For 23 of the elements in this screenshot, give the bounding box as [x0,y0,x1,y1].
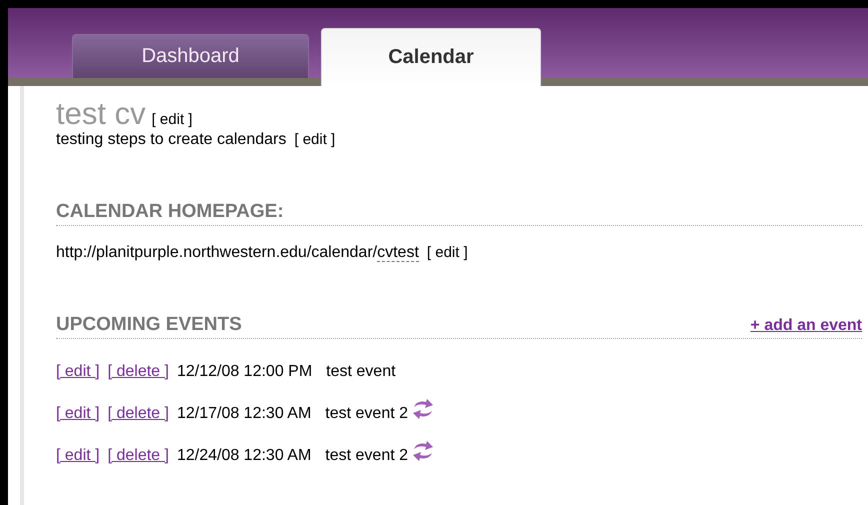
tab[interactable]: Calendar [321,28,541,86]
event-datetime: 12/17/08 12:30 AM [176,405,312,423]
edit-link[interactable]: [ edit ] [56,447,100,465]
event-name: test event [326,363,396,381]
calendar-description: testing steps to create calendars [56,131,286,149]
delete-link[interactable]: [ delete ] [108,405,169,423]
event-datetime: 12/24/08 12:30 AM [176,447,312,465]
homepage-url: http://planitpurple.northwestern.edu/calendar/cvtest [56,244,419,262]
edit-link[interactable]: [ edit ] [56,363,100,381]
edit-link[interactable]: [ edit ] [426,244,468,262]
edit-link[interactable]: [ edit ] [56,405,100,423]
section-heading: CALENDAR HOMEPAGE: [56,201,284,223]
add-event-link[interactable]: + add an event [750,317,862,335]
event-name: test event 2 [325,447,408,465]
event-name: test event 2 [325,405,408,423]
tab[interactable]: Dashboard [72,34,309,78]
delete-link[interactable]: [ delete ] [108,447,169,465]
edit-link[interactable]: [ edit ] [294,131,336,149]
section-heading: UPCOMING EVENTS [56,314,242,336]
edit-link[interactable]: [ edit ] [152,111,192,128]
event-datetime: 12/12/08 12:00 PM [176,363,312,381]
delete-link[interactable]: [ delete ] [108,363,169,381]
calendar-title: test cv [56,98,146,129]
